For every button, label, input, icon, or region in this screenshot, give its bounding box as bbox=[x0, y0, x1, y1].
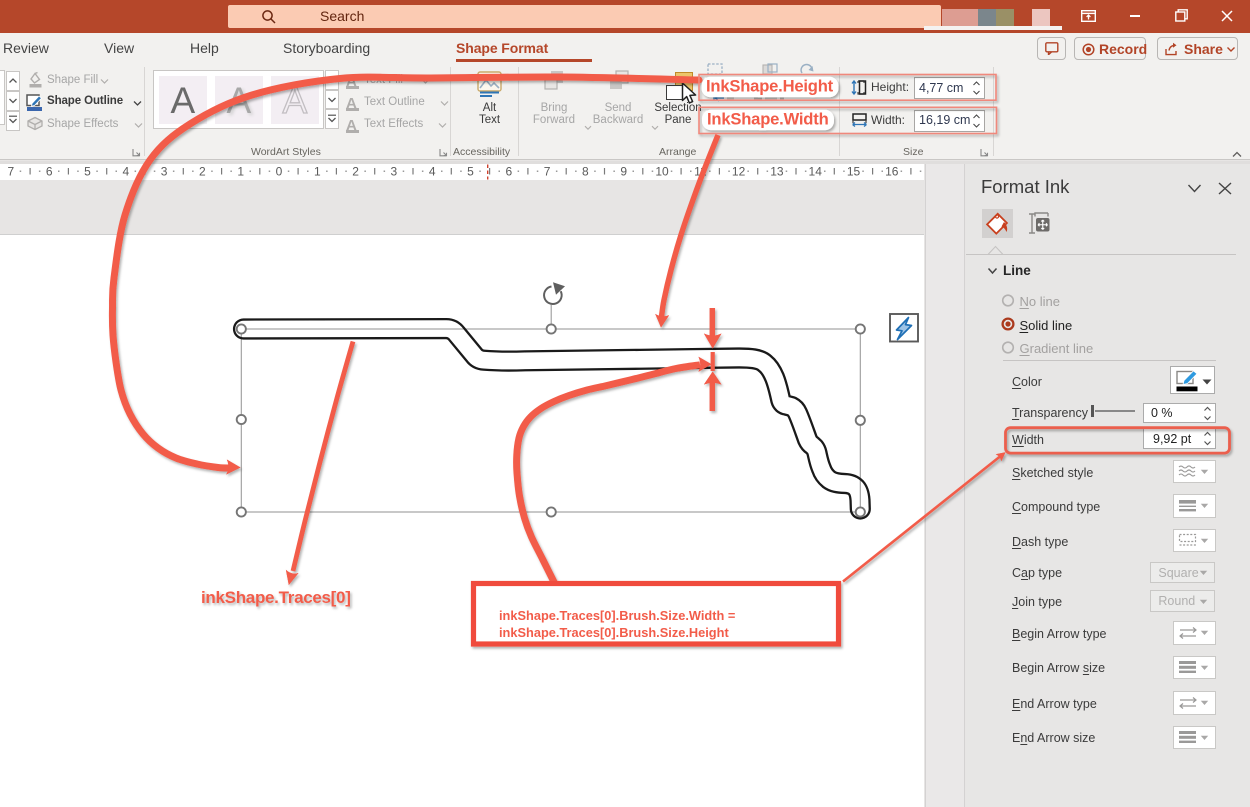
svg-text:InkShape.Width: InkShape.Width bbox=[707, 109, 829, 128]
svg-text:inkShape.Traces[0].Brush.Size.: inkShape.Traces[0].Brush.Size.Height bbox=[499, 625, 729, 640]
svg-text:InkShape.Height: InkShape.Height bbox=[706, 76, 834, 95]
svg-text:inkShape.Traces[0]: inkShape.Traces[0] bbox=[201, 588, 351, 607]
svg-text:inkShape.Traces[0].Brush.Size.: inkShape.Traces[0].Brush.Size.Width = bbox=[499, 608, 735, 623]
